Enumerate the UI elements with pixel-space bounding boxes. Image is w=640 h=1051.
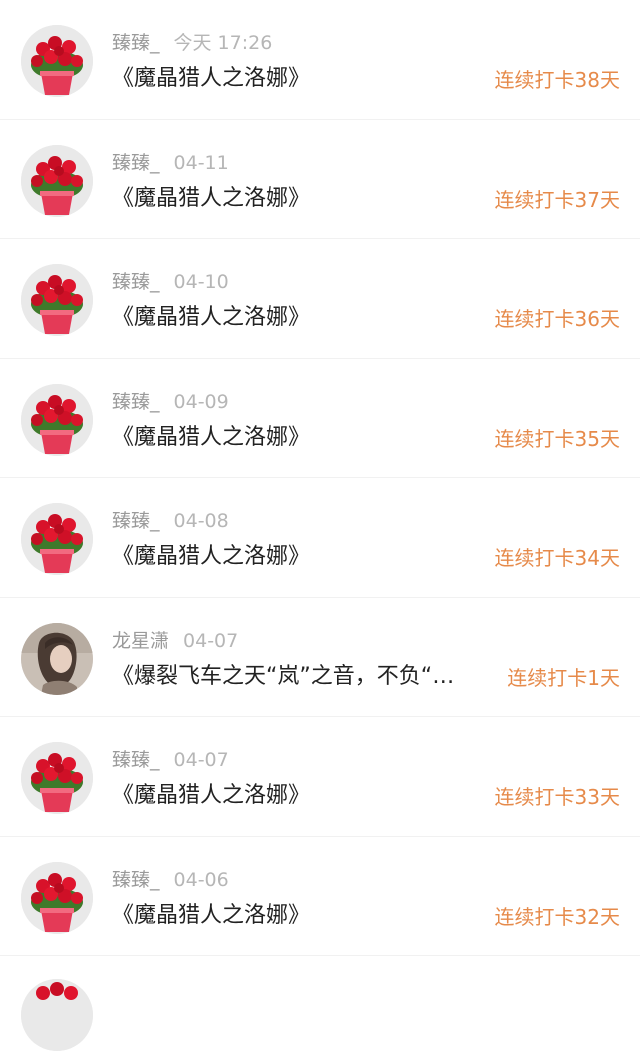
user-name[interactable]: 臻臻_: [112, 152, 160, 174]
person-photo-image: [21, 622, 93, 695]
streak-badge: 连续打卡1天: [507, 665, 620, 690]
post-time: 04-11: [173, 151, 229, 174]
list-item[interactable]: 臻臻_ 04-07 《魔晶猎人之洛娜》 连续打卡33天: [0, 717, 640, 837]
flower-pot-image: [21, 861, 93, 934]
streak-badge: 连续打卡32天: [494, 904, 620, 929]
user-name[interactable]: 龙星潇: [112, 630, 169, 652]
post-time: 04-09: [173, 390, 229, 413]
post-time: 04-06: [173, 868, 229, 891]
book-title[interactable]: 《魔晶猎人之洛娜》: [112, 184, 484, 214]
avatar[interactable]: [21, 861, 93, 934]
flower-pot-image: [21, 503, 93, 575]
book-title[interactable]: 《爆裂飞车之天“岚”之音，不负“…: [112, 662, 484, 692]
user-name[interactable]: 臻臻_: [112, 869, 160, 891]
flower-pot-image: [21, 25, 93, 97]
avatar[interactable]: [21, 25, 93, 97]
list-item[interactable]: 龙星潇 04-07 《爆裂飞车之天“岚”之音，不负“… 连续打卡1天: [0, 598, 640, 718]
avatar[interactable]: [21, 503, 93, 575]
book-title[interactable]: 《魔晶猎人之洛娜》: [112, 901, 484, 931]
post-time: 04-07: [173, 749, 229, 771]
book-title[interactable]: 《魔晶猎人之洛娜》: [112, 303, 484, 333]
user-name[interactable]: 臻臻_: [112, 32, 160, 54]
list-item[interactable]: 臻臻_ 04-09 《魔晶猎人之洛娜》 连续打卡35天: [0, 359, 640, 479]
book-title[interactable]: 《魔晶猎人之洛娜》: [112, 423, 484, 453]
post-meta: 臻臻_ 04-07: [112, 749, 229, 771]
book-title[interactable]: 《魔晶猎人之洛娜》: [112, 64, 484, 94]
avatar[interactable]: [21, 144, 93, 217]
post-meta: 臻臻_ 04-08: [112, 510, 229, 532]
flower-pot-image: [21, 264, 93, 336]
list-item[interactable]: 臻臻_ 04-08 《魔晶猎人之洛娜》 连续打卡34天: [0, 478, 640, 598]
avatar[interactable]: [21, 979, 93, 1051]
streak-badge: 连续打卡36天: [494, 307, 620, 331]
list-item[interactable]: 臻臻_ 04-06 《魔晶猎人之洛娜》 连续打卡32天: [0, 837, 640, 957]
list-item[interactable]: 臻臻_ 今天 17:26 《魔晶猎人之洛娜》 连续打卡38天: [0, 0, 640, 120]
user-name[interactable]: 臻臻_: [112, 749, 160, 771]
post-time: 今天 17:26: [173, 32, 273, 54]
post-meta: 臻臻_ 04-10: [112, 271, 229, 293]
flower-pot-image: [21, 742, 93, 814]
streak-badge: 连续打卡33天: [494, 785, 620, 809]
streak-badge: 连续打卡34天: [494, 546, 620, 570]
avatar[interactable]: [21, 383, 93, 456]
avatar[interactable]: [21, 742, 93, 814]
avatar[interactable]: [21, 264, 93, 336]
streak-badge: 连续打卡37天: [494, 187, 620, 212]
flower-pot-image: [21, 979, 93, 1051]
checkin-feed: 臻臻_ 今天 17:26 《魔晶猎人之洛娜》 连续打卡38天 臻臻_ 04-11 《…: [0, 0, 640, 1051]
avatar[interactable]: [21, 622, 93, 695]
post-time: 04-07: [183, 629, 239, 652]
post-meta: 臻臻_ 04-06: [112, 869, 229, 891]
user-name[interactable]: 臻臻_: [112, 391, 160, 413]
streak-badge: 连续打卡38天: [494, 68, 620, 92]
post-meta: 龙星潇 04-07: [112, 630, 238, 652]
list-item[interactable]: 臻臻_ 04-10 《魔晶猎人之洛娜》 连续打卡36天: [0, 239, 640, 359]
book-title[interactable]: 《魔晶猎人之洛娜》: [112, 781, 484, 811]
user-name[interactable]: 臻臻_: [112, 510, 160, 532]
post-time: 04-08: [173, 510, 229, 532]
user-name[interactable]: 臻臻_: [112, 271, 160, 293]
post-meta: 臻臻_ 今天 17:26: [112, 32, 272, 54]
list-item-partial[interactable]: [0, 956, 640, 1051]
list-item[interactable]: 臻臻_ 04-11 《魔晶猎人之洛娜》 连续打卡37天: [0, 120, 640, 240]
streak-badge: 连续打卡35天: [494, 426, 620, 451]
book-title[interactable]: 《魔晶猎人之洛娜》: [112, 542, 484, 572]
post-meta: 臻臻_ 04-09: [112, 391, 229, 413]
flower-pot-image: [21, 144, 93, 217]
post-meta: 臻臻_ 04-11: [112, 152, 229, 174]
flower-pot-image: [21, 383, 93, 456]
post-time: 04-10: [173, 271, 229, 293]
